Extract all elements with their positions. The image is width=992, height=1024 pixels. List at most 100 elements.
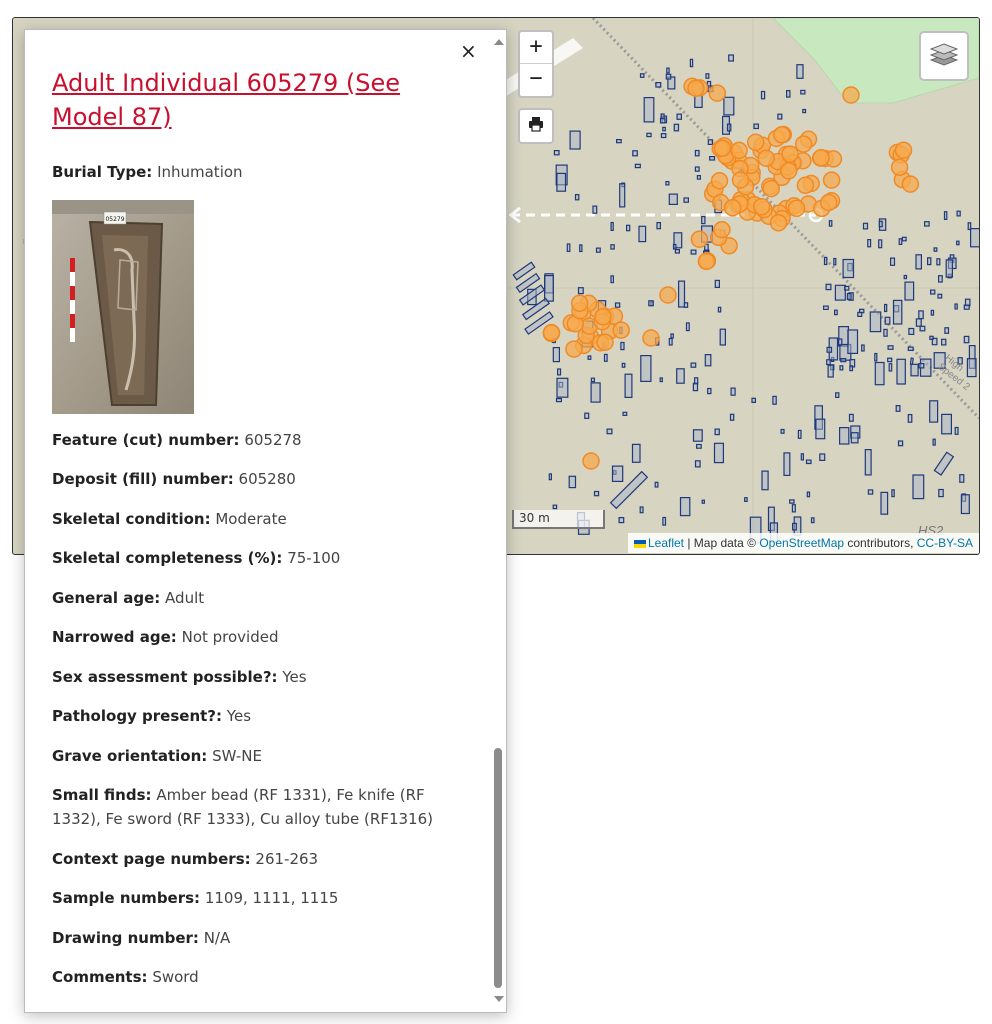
feature-outline[interactable]: [944, 327, 950, 334]
feature-outline[interactable]: [593, 490, 600, 497]
feature-outline[interactable]: [895, 405, 901, 412]
grave-photo[interactable]: 05279: [52, 199, 194, 414]
burial-marker[interactable]: [570, 294, 589, 313]
feature-outline[interactable]: [896, 358, 906, 385]
feature-outline[interactable]: [648, 300, 654, 307]
feature-outline[interactable]: [956, 240, 960, 246]
burial-marker[interactable]: [787, 199, 806, 218]
burial-marker[interactable]: [659, 286, 677, 304]
feature-outline[interactable]: [909, 357, 914, 365]
feature-outline[interactable]: [726, 123, 732, 132]
feature-outline[interactable]: [662, 126, 666, 132]
feature-outline[interactable]: [676, 368, 685, 384]
burial-marker[interactable]: [779, 162, 798, 180]
feature-outline[interactable]: [568, 475, 577, 489]
feature-outline[interactable]: [603, 353, 608, 362]
feature-outline[interactable]: [912, 474, 925, 500]
feature-outline[interactable]: [780, 428, 785, 434]
feature-outline[interactable]: [659, 117, 666, 124]
feature-outline[interactable]: [954, 303, 958, 310]
feature-outline[interactable]: [665, 73, 672, 80]
burial-marker[interactable]: [781, 145, 799, 163]
feature-outline[interactable]: [713, 442, 724, 464]
feature-outline[interactable]: [937, 293, 943, 299]
feature-outline[interactable]: [910, 363, 919, 377]
feature-outline[interactable]: [822, 305, 829, 311]
feature-outline[interactable]: [751, 397, 757, 403]
burial-marker[interactable]: [746, 133, 765, 152]
feature-outline[interactable]: [543, 275, 554, 302]
feature-outline[interactable]: [783, 452, 791, 476]
feature-outline[interactable]: [701, 216, 706, 225]
feature-outline[interactable]: [590, 377, 596, 383]
feature-outline[interactable]: [908, 327, 915, 336]
feature-outline[interactable]: [892, 299, 903, 325]
feature-outline[interactable]: [806, 491, 811, 498]
feature-outline[interactable]: [791, 504, 796, 513]
feature-outline[interactable]: [833, 257, 837, 266]
feature-outline[interactable]: [785, 89, 791, 98]
feature-outline[interactable]: [584, 412, 590, 420]
burial-marker[interactable]: [596, 333, 614, 351]
feature-outline[interactable]: [918, 310, 924, 320]
feature-outline[interactable]: [874, 361, 885, 386]
feature-outline[interactable]: [640, 355, 652, 383]
feature-outline[interactable]: [889, 257, 896, 266]
feature-outline[interactable]: [683, 197, 690, 203]
feature-outline[interactable]: [834, 284, 846, 301]
burial-marker[interactable]: [731, 171, 750, 189]
feature-outline[interactable]: [717, 306, 722, 313]
feature-outline[interactable]: [918, 363, 925, 369]
feature-outline[interactable]: [692, 429, 703, 442]
feature-outline[interactable]: [963, 304, 970, 310]
feature-outline[interactable]: [828, 220, 833, 227]
feature-outline[interactable]: [864, 449, 872, 476]
feature-outline[interactable]: [552, 347, 560, 363]
burial-marker[interactable]: [812, 149, 830, 167]
feature-outline[interactable]: [760, 90, 766, 100]
feature-outline[interactable]: [696, 175, 702, 180]
burial-marker[interactable]: [762, 179, 780, 198]
feature-outline[interactable]: [709, 156, 716, 161]
feature-outline[interactable]: [959, 474, 965, 483]
license-link[interactable]: CC-BY-SA: [917, 536, 973, 550]
feature-outline[interactable]: [901, 236, 907, 242]
burial-marker[interactable]: [901, 175, 920, 193]
burial-marker[interactable]: [708, 84, 727, 102]
feature-outline[interactable]: [887, 345, 894, 350]
feature-outline[interactable]: [842, 258, 855, 279]
feature-outline[interactable]: [621, 362, 626, 368]
feature-outline[interactable]: [823, 256, 828, 266]
burial-marker[interactable]: [773, 126, 791, 144]
feature-outline[interactable]: [730, 387, 736, 396]
feature-outline[interactable]: [810, 517, 815, 524]
feature-outline[interactable]: [610, 221, 614, 232]
feature-outline[interactable]: [744, 497, 748, 503]
feature-outline[interactable]: [646, 132, 652, 138]
burial-marker[interactable]: [710, 172, 729, 190]
feature-outline[interactable]: [632, 150, 638, 157]
feature-outline[interactable]: [595, 247, 601, 253]
feature-outline[interactable]: [723, 96, 735, 116]
feature-outline[interactable]: [943, 211, 948, 220]
feature-outline[interactable]: [800, 89, 806, 95]
feature-outline[interactable]: [880, 491, 889, 515]
feature-outline[interactable]: [839, 365, 844, 371]
feature-outline[interactable]: [556, 172, 567, 192]
feature-outline[interactable]: [940, 338, 947, 346]
feature-outline[interactable]: [869, 311, 882, 333]
feature-outline[interactable]: [805, 459, 812, 465]
scroll-down-arrow-icon[interactable]: [494, 996, 504, 1002]
feature-outline[interactable]: [624, 373, 633, 399]
feature-outline[interactable]: [898, 238, 903, 246]
feature-outline[interactable]: [878, 239, 883, 249]
feature-outline[interactable]: [606, 428, 613, 435]
feature-outline[interactable]: [610, 244, 615, 250]
feature-outline[interactable]: [639, 506, 644, 514]
feature-outline[interactable]: [668, 337, 673, 346]
feature-outline[interactable]: [566, 243, 571, 253]
feature-outline[interactable]: [714, 279, 720, 288]
feature-outline[interactable]: [941, 413, 953, 435]
feature-outline[interactable]: [660, 132, 667, 139]
feature-outline[interactable]: [689, 58, 694, 68]
